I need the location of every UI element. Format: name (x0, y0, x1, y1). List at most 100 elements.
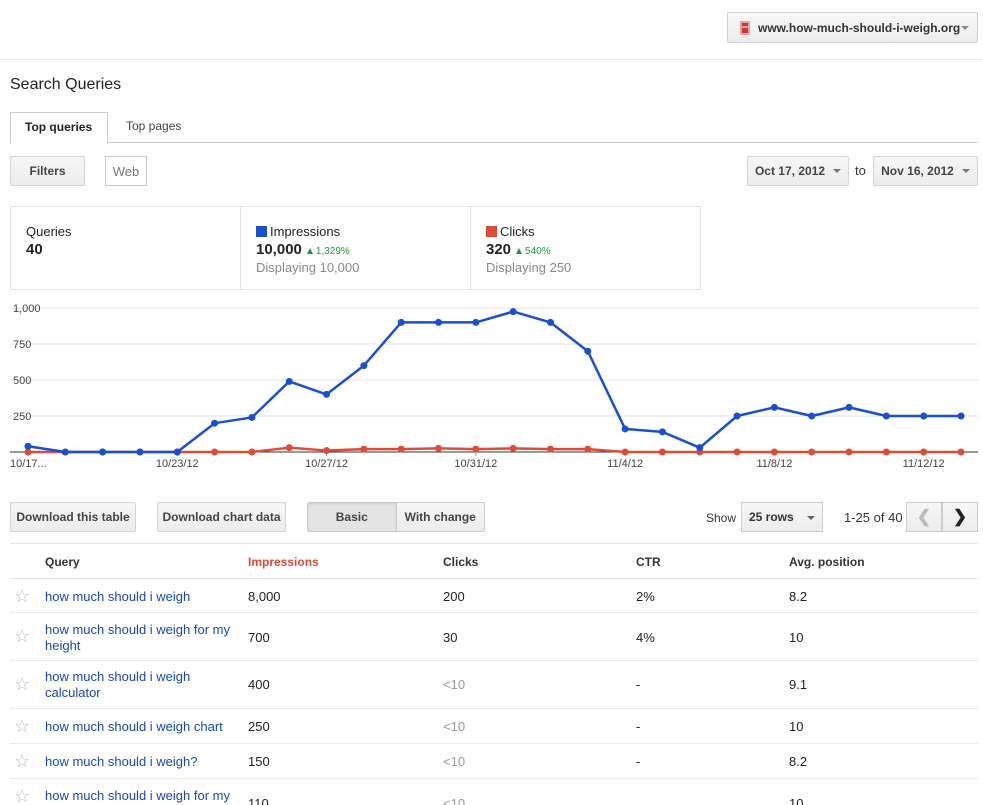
chevron-down-icon (807, 516, 815, 520)
download-chart-button[interactable]: Download chart data (157, 502, 286, 532)
stat-impressions-displaying: Displaying 10,000 (256, 260, 360, 275)
data-point-impressions (472, 318, 480, 326)
rows-per-page-value: 25 rows (749, 510, 794, 524)
up-arrow-icon (516, 248, 523, 254)
x-tick-label: 11/8/12 (756, 458, 792, 470)
data-point-impressions (61, 448, 69, 456)
with-change-view-button[interactable]: With change (396, 503, 484, 531)
star-icon[interactable]: ☆ (14, 586, 30, 607)
query-link[interactable]: how much should i weigh calculator (45, 669, 240, 701)
site-favicon-icon (740, 20, 750, 35)
start-date-picker[interactable]: Oct 17, 2012 (747, 156, 849, 186)
filters-button[interactable]: Filters (10, 156, 85, 186)
cell-clicks: <10 (443, 719, 466, 734)
data-point-clicks (621, 448, 629, 456)
web-filter-chip[interactable]: Web (105, 156, 147, 186)
rows-per-page-select[interactable]: 25 rows (741, 502, 823, 532)
cell-impressions: 8,000 (248, 589, 281, 604)
header-divider (0, 59, 983, 60)
site-selector[interactable]: www.how-much-should-i-weigh.org (727, 12, 978, 43)
data-point-clicks (248, 448, 256, 456)
cell-avg-position: 8.2 (789, 754, 808, 769)
date-range-connector: to (855, 163, 866, 178)
clicks-swatch (486, 226, 497, 237)
cell-ctr: - (636, 677, 641, 692)
stat-queries-value: 40 (26, 241, 43, 258)
basic-view-button[interactable]: Basic (308, 503, 397, 531)
performance-chart: 1,000 750 500 250 10/17... 10/23/12 10/27/12 10… (10, 303, 978, 470)
y-tick-label: 500 (13, 375, 31, 387)
query-link[interactable]: how much should i weigh (45, 589, 240, 605)
queries-table: Query Impressions Clicks CTR Avg. positi… (10, 543, 978, 805)
cell-ctr: - (636, 719, 641, 734)
stat-queries: Queries 40 (11, 207, 241, 289)
data-point-impressions (808, 412, 816, 420)
star-icon[interactable]: ☆ (14, 786, 30, 805)
stat-clicks-value: 320 (486, 241, 512, 258)
stat-impressions-change: 1,329% (315, 246, 350, 257)
star-icon[interactable]: ☆ (14, 716, 30, 737)
star-icon[interactable]: ☆ (14, 751, 30, 772)
data-point-impressions (546, 318, 554, 326)
series-line-impressions (27, 310, 961, 454)
x-tick-label: 10/17... (10, 458, 47, 470)
cell-impressions: 110 (248, 796, 269, 805)
stat-clicks-displaying: Displaying 250 (486, 260, 572, 275)
tab-top-queries[interactable]: Top queries (10, 112, 108, 144)
data-point-clicks (770, 448, 778, 456)
cell-clicks: <10 (443, 677, 466, 692)
x-tick-label: 10/31/12 (454, 458, 497, 470)
previous-page-button[interactable]: ❮ (906, 502, 942, 532)
data-point-impressions (285, 377, 293, 385)
header-ctr[interactable]: CTR (636, 555, 661, 569)
chevron-right-icon: ❯ (952, 507, 968, 526)
data-point-impressions (845, 403, 853, 411)
chevron-left-icon: ❮ (916, 507, 932, 526)
stat-impressions[interactable]: Impressions 10,000 1,329% Displaying 10,… (241, 207, 471, 289)
cell-ctr: 2% (636, 589, 655, 604)
stat-clicks[interactable]: Clicks 320 540% Displaying 250 (471, 207, 700, 289)
query-link[interactable]: how much should i weigh for my height (45, 622, 240, 654)
header-clicks[interactable]: Clicks (443, 555, 478, 569)
view-toggle: Basic With change (307, 502, 485, 532)
query-link[interactable]: how much should i weigh? (45, 754, 240, 770)
data-point-impressions (323, 390, 331, 398)
data-point-impressions (248, 413, 256, 421)
data-point-clicks (285, 444, 293, 452)
header-query[interactable]: Query (45, 555, 80, 569)
x-tick-label: 10/27/12 (305, 458, 348, 470)
next-page-button[interactable]: ❯ (942, 502, 978, 532)
query-link[interactable]: how much should i weigh chart (45, 719, 240, 735)
data-point-impressions (733, 412, 741, 420)
chevron-down-icon (961, 169, 970, 173)
cell-avg-position: 8.2 (789, 589, 808, 604)
table-row: ☆ how much should i weigh for my height … (10, 613, 978, 661)
tab-bar: Top queries Top pages (10, 112, 978, 144)
data-point-clicks (360, 445, 368, 453)
table-row: ☆ how much should i weigh calculator 400… (10, 661, 978, 709)
up-arrow-icon (306, 248, 313, 254)
data-point-impressions (770, 403, 778, 411)
header-avg-position[interactable]: Avg. position (789, 555, 865, 569)
data-point-clicks (808, 448, 816, 456)
query-link[interactable]: how much should i weigh for my (45, 788, 240, 804)
header-impressions[interactable]: Impressions (248, 555, 319, 569)
data-point-impressions (584, 347, 592, 355)
star-icon[interactable]: ☆ (14, 626, 30, 647)
data-point-impressions (509, 308, 517, 316)
data-point-impressions (173, 448, 181, 456)
data-point-clicks (546, 445, 554, 453)
table-header: Query Impressions Clicks CTR Avg. positi… (10, 543, 978, 579)
data-point-clicks (957, 448, 965, 456)
impressions-swatch (256, 226, 267, 237)
download-table-button[interactable]: Download this table (10, 502, 136, 532)
data-point-impressions (360, 362, 368, 370)
cell-clicks: <10 (443, 796, 466, 805)
y-tick-label: 1,000 (13, 303, 41, 315)
data-point-impressions (211, 419, 219, 427)
tab-top-pages[interactable]: Top pages (112, 112, 195, 143)
star-icon[interactable]: ☆ (14, 674, 30, 695)
end-date-picker[interactable]: Nov 16, 2012 (873, 156, 978, 186)
x-tick-label: 11/12/12 (903, 458, 945, 470)
data-point-clicks (882, 448, 890, 456)
